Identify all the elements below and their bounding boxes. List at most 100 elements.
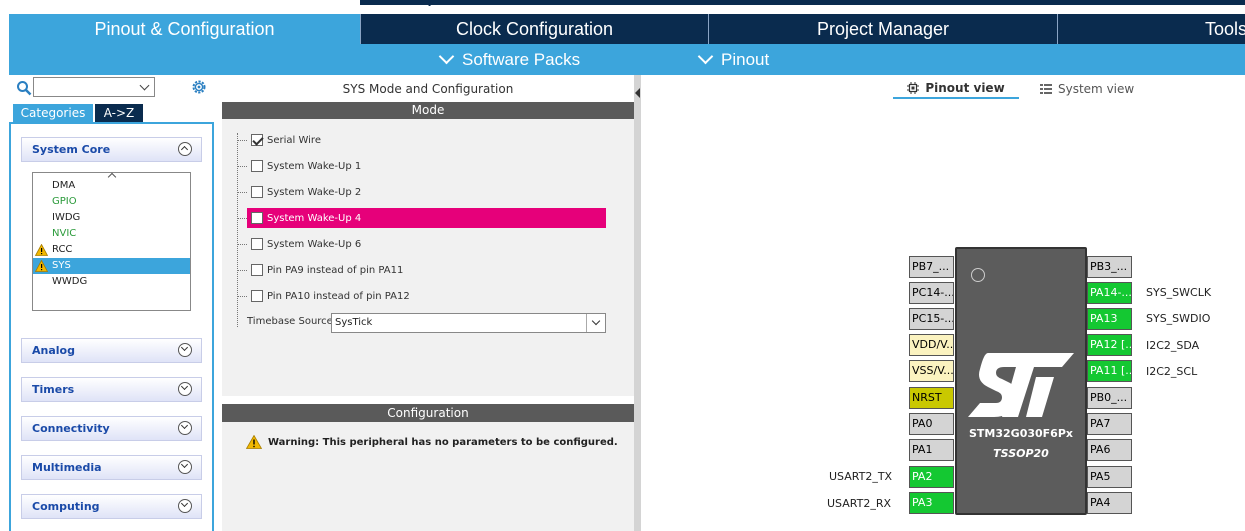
pin-pa7[interactable]: PA7 <box>1087 413 1132 435</box>
chevron-down-icon[interactable] <box>178 343 192 357</box>
list-item-gpio[interactable]: GPIO <box>33 194 190 210</box>
software-packs-label: Software Packs <box>462 49 581 69</box>
option-wakeup-6[interactable]: System Wake-Up 6 <box>237 234 606 254</box>
list-item-sys[interactable]: SYS <box>33 258 190 274</box>
warning-message: Warning: This peripheral has no paramete… <box>246 433 618 451</box>
pin-pc14[interactable]: PC14-... <box>909 282 954 304</box>
option-serial-wire[interactable]: Serial Wire <box>237 130 606 150</box>
pin-pa0[interactable]: PA0 <box>909 413 954 435</box>
collapse-left-icon[interactable] <box>635 88 640 98</box>
timebase-select[interactable]: SysTick <box>331 313 606 333</box>
pin-pa13[interactable]: PA13 <box>1087 308 1132 330</box>
pin-label-pa3: USART2_RX <box>827 497 892 510</box>
chip-name: STM32G030F6Px <box>969 427 1073 440</box>
chevron-down-icon[interactable] <box>178 499 192 513</box>
system-core-list: DMA GPIO IWDG NVIC RCC SYS WWDG <box>32 172 191 311</box>
category-computing[interactable]: Computing <box>21 494 202 519</box>
pin-vdd[interactable]: VDD/V... <box>909 334 954 356</box>
category-label: Connectivity <box>32 422 110 435</box>
tab-categories[interactable]: Categories <box>13 104 93 122</box>
pin-pa12[interactable]: PA12 [... <box>1087 334 1132 356</box>
chevron-up-icon[interactable] <box>178 142 192 156</box>
list-item-label: RCC <box>52 244 73 255</box>
checkbox[interactable] <box>251 264 263 276</box>
pin-pa3[interactable]: PA3 <box>909 492 954 514</box>
panel-title: SYS Mode and Configuration <box>342 82 514 96</box>
option-wakeup-4[interactable]: System Wake-Up 4 <box>237 208 606 228</box>
tab-a-to-z[interactable]: A->Z <box>95 104 143 122</box>
timebase-label: Timebase Source <box>247 316 333 327</box>
chevron-down-icon[interactable] <box>586 314 605 332</box>
warning-icon <box>35 260 48 272</box>
tab-system-view[interactable]: System view <box>1040 79 1140 99</box>
timebase-value: SysTick <box>335 317 373 328</box>
option-wakeup-2[interactable]: System Wake-Up 2 <box>237 182 606 202</box>
category-label: Multimedia <box>32 461 102 474</box>
pinout-menu[interactable]: Pinout <box>697 44 769 75</box>
list-item-nvic[interactable]: NVIC <box>33 226 190 242</box>
software-packs-menu[interactable]: Software Packs <box>438 44 581 75</box>
option-pa9-remap[interactable]: Pin PA9 instead of pin PA11 <box>237 260 606 280</box>
list-item-wwdg[interactable]: WWDG <box>33 274 190 290</box>
checkbox[interactable] <box>251 160 263 172</box>
pin-nrst[interactable]: NRST <box>909 387 954 409</box>
option-label: System Wake-Up 2 <box>267 186 362 198</box>
top-notch <box>418 0 434 6</box>
pin-label-pa14: SYS_SWCLK <box>1146 286 1212 299</box>
option-pa10-remap[interactable]: Pin PA10 instead of pin PA12 <box>237 286 606 306</box>
tab-clock-configuration[interactable]: Clock Configuration <box>361 14 709 44</box>
pin-pa5[interactable]: PA5 <box>1087 466 1132 488</box>
list-item-iwdg[interactable]: IWDG <box>33 210 190 226</box>
chevron-down-icon[interactable] <box>178 382 192 396</box>
chevron-down-icon <box>139 80 150 91</box>
pin-pa4[interactable]: PA4 <box>1087 492 1132 514</box>
pin-pa14[interactable]: PA14-... <box>1087 282 1132 304</box>
search-combo[interactable] <box>33 77 155 97</box>
pin-label-pa2: USART2_TX <box>829 470 893 483</box>
chevron-down-icon <box>697 48 714 65</box>
tab-pinout-view[interactable]: Pinout view <box>893 79 1019 99</box>
tree-tick <box>237 166 247 167</box>
option-wakeup-1[interactable]: System Wake-Up 1 <box>237 156 606 176</box>
system-view-label: System view <box>1058 82 1135 96</box>
option-label: Pin PA10 instead of pin PA12 <box>267 290 410 302</box>
pin-pc15[interactable]: PC15-... <box>909 308 954 330</box>
checkbox[interactable] <box>251 290 263 302</box>
splitter-left[interactable] <box>214 75 222 531</box>
list-item-rcc[interactable]: RCC <box>33 242 190 258</box>
gear-icon[interactable] <box>191 79 207 95</box>
warning-icon <box>246 435 262 449</box>
tree-tick <box>237 270 247 271</box>
pin-pb3[interactable]: PB3_... <box>1087 256 1132 278</box>
splitter-right[interactable] <box>634 75 641 531</box>
pin-label-pa12: I2C2_SDA <box>1146 339 1200 352</box>
pin-pb0[interactable]: PB0_... <box>1087 387 1132 409</box>
list-item-label: SYS <box>52 260 71 271</box>
category-connectivity[interactable]: Connectivity <box>21 416 202 441</box>
pin-pa11[interactable]: PA11 [... <box>1087 360 1132 382</box>
list-item-dma[interactable]: DMA <box>33 178 190 194</box>
pin-pa1[interactable]: PA1 <box>909 439 954 461</box>
pin-pa2[interactable]: PA2 <box>909 466 954 488</box>
category-multimedia[interactable]: Multimedia <box>21 455 202 480</box>
pin-pa6[interactable]: PA6 <box>1087 439 1132 461</box>
tab-project-manager[interactable]: Project Manager <box>709 14 1058 44</box>
tab-pinout-configuration[interactable]: Pinout & Configuration <box>9 14 361 44</box>
list-icon <box>1040 84 1052 94</box>
chevron-down-icon[interactable] <box>178 460 192 474</box>
option-label: Pin PA9 instead of pin PA11 <box>267 264 404 276</box>
category-timers[interactable]: Timers <box>21 377 202 402</box>
checkbox-checked[interactable] <box>251 134 263 146</box>
checkbox[interactable] <box>251 186 263 198</box>
checkbox[interactable] <box>251 212 263 224</box>
chevron-down-icon[interactable] <box>178 421 192 435</box>
search-icon[interactable] <box>16 80 32 96</box>
tree-tick <box>237 218 247 219</box>
checkbox[interactable] <box>251 238 263 250</box>
category-system-core[interactable]: System Core <box>21 137 202 162</box>
tab-tools[interactable]: Tools <box>1058 14 1245 44</box>
category-analog[interactable]: Analog <box>21 338 202 363</box>
pin-vss[interactable]: VSS/V... <box>909 360 954 382</box>
warning-icon <box>35 244 48 256</box>
pin-pb7[interactable]: PB7_... <box>909 256 954 278</box>
